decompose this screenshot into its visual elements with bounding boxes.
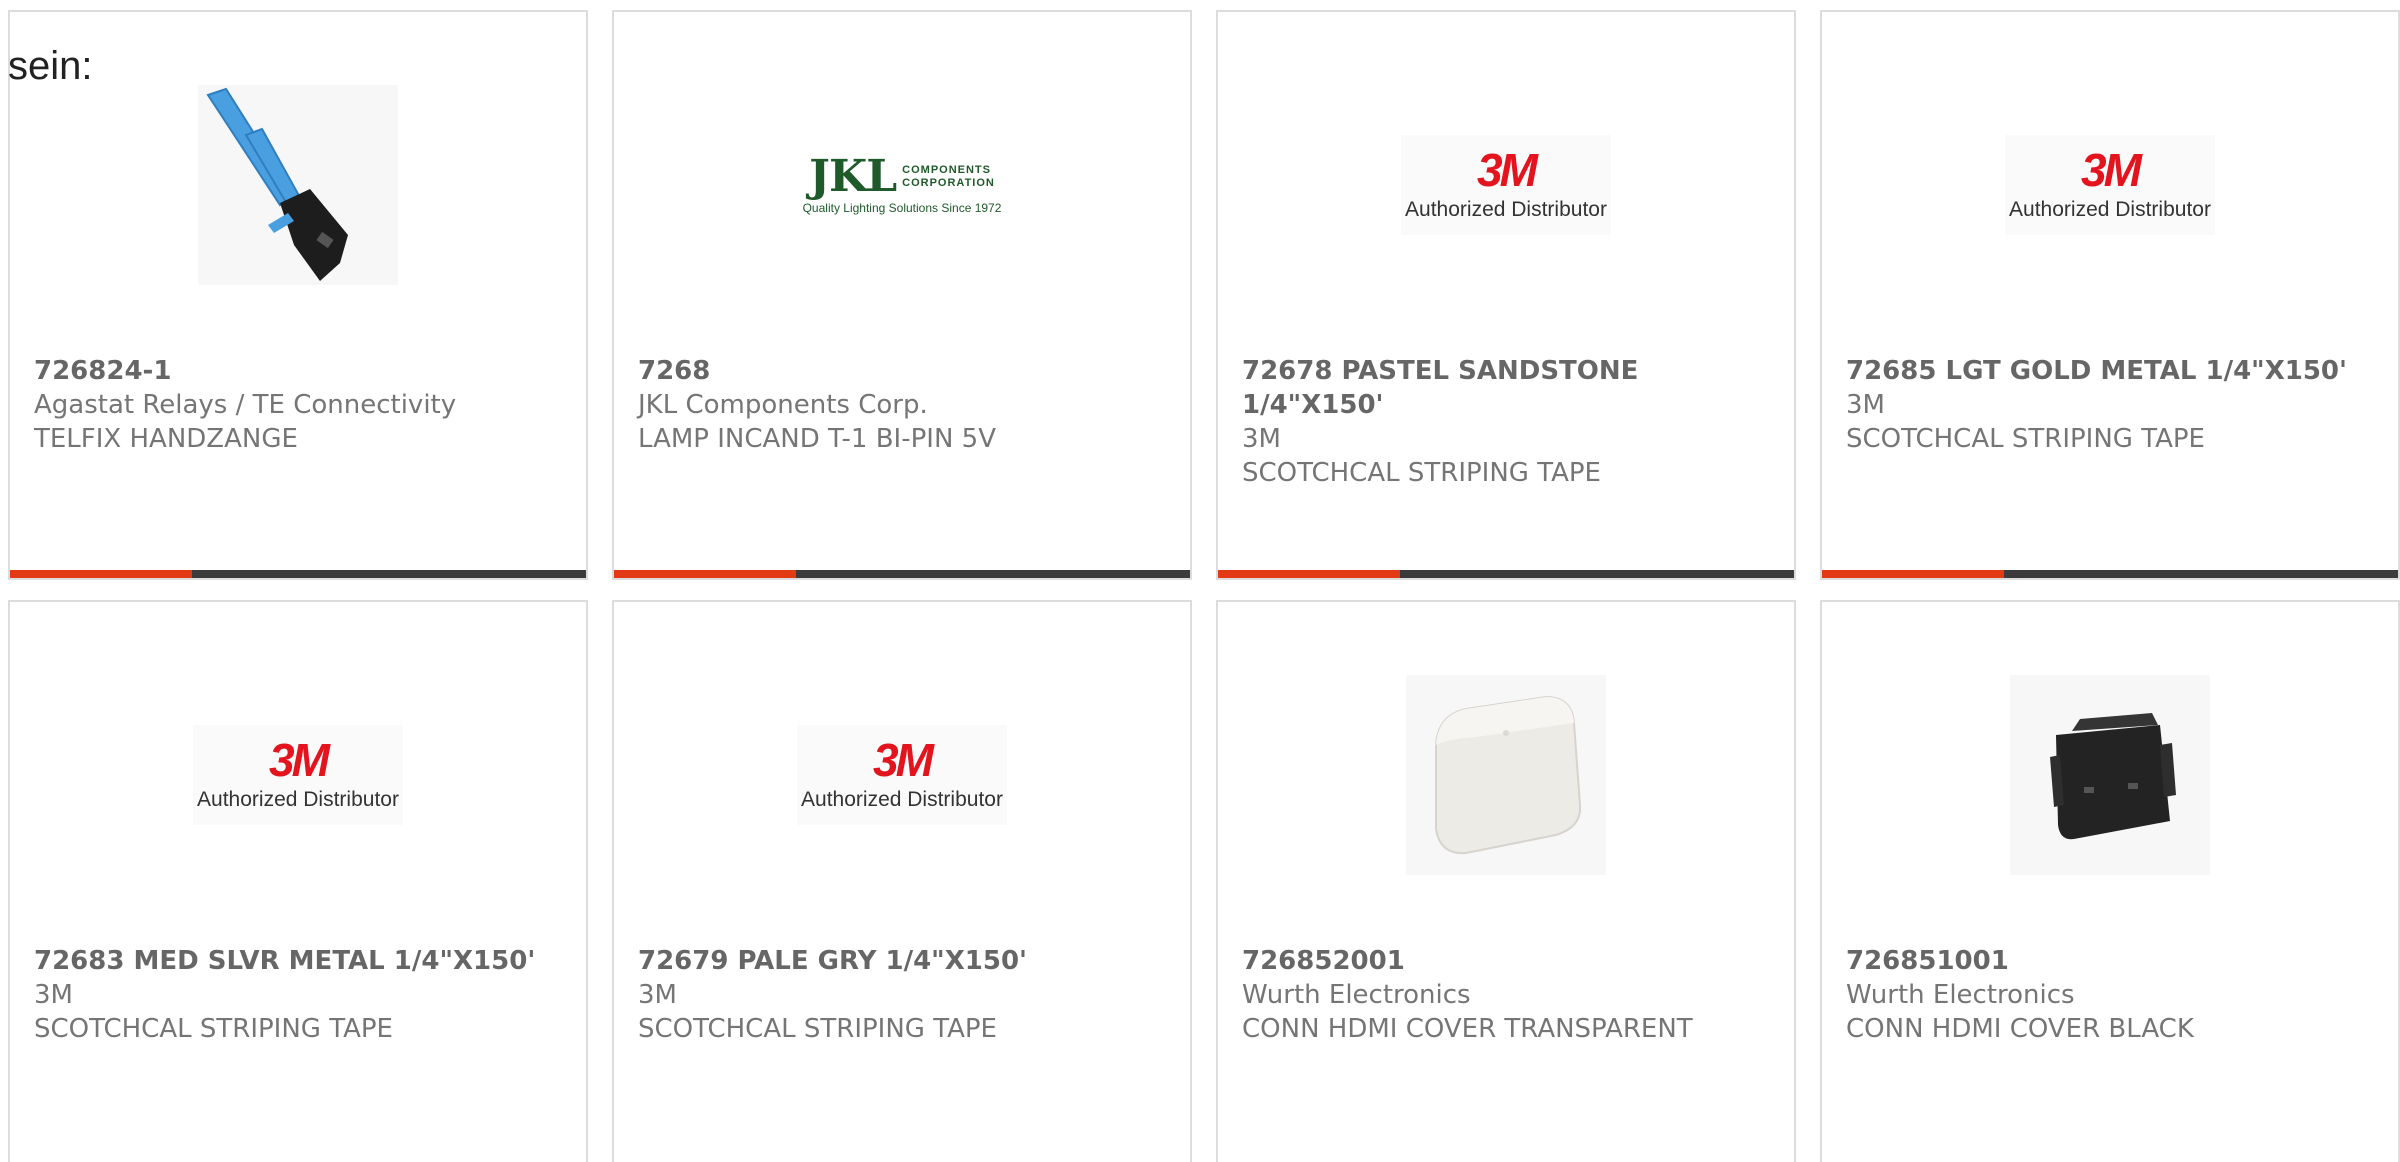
product-description: SCOTCHCAL STRIPING TAPE (1846, 424, 2205, 454)
3m-logo-mark: 3M (269, 734, 330, 786)
3m-logo-mark: 3M (2081, 144, 2142, 196)
manufacturer: Wurth Electronics (1846, 980, 2075, 1010)
manufacturer: Agastat Relays / TE Connectivity (34, 390, 457, 420)
product-card[interactable]: 726824-1 Agastat Relays / TE Connectivit… (8, 10, 588, 580)
3m-logo-icon: 3M Authorized Distributor (2005, 135, 2215, 235)
product-description: LAMP INCAND T-1 BI-PIN 5V (638, 424, 996, 454)
product-description: SCOTCHCAL STRIPING TAPE (1242, 458, 1601, 488)
product-description: CONN HDMI COVER BLACK (1846, 1014, 2194, 1044)
card-bottom-bar (614, 570, 1190, 578)
card-accent-bar (614, 570, 796, 578)
product-image: JKL COMPONENTS CORPORATION Quality Light… (614, 80, 1190, 290)
manufacturer: 3M (34, 980, 73, 1010)
3m-logo-mark: 3M (1477, 144, 1538, 196)
jkl-logo-line1: COMPONENTS (902, 164, 991, 176)
product-grid-page: sein: 726824-1 Agastat Relays / TE Conne… (0, 0, 2400, 1162)
part-number[interactable]: 72679 PALE GRY 1/4"X150' (638, 944, 1170, 978)
part-number[interactable]: 726852001 (1242, 944, 1774, 978)
card-bottom-bar (1218, 570, 1794, 578)
product-description: CONN HDMI COVER TRANSPARENT (1242, 1014, 1693, 1044)
product-card[interactable]: 3M Authorized Distributor 72683 MED SLVR… (8, 600, 588, 1162)
product-card[interactable]: JKL COMPONENTS CORPORATION Quality Light… (612, 10, 1192, 580)
product-card[interactable]: 726852001 Wurth Electronics CONN HDMI CO… (1216, 600, 1796, 1162)
intro-text: sein: (8, 44, 93, 88)
3m-logo-icon: 3M Authorized Distributor (193, 725, 403, 825)
manufacturer: 3M (638, 980, 677, 1010)
part-number[interactable]: 7268 (638, 354, 1170, 388)
product-description: SCOTCHCAL STRIPING TAPE (34, 1014, 393, 1044)
3m-logo-sub: Authorized Distributor (801, 788, 1003, 811)
manufacturer: Wurth Electronics (1242, 980, 1471, 1010)
jkl-logo-mark: JKL (809, 151, 897, 202)
product-image (1822, 670, 2398, 880)
product-image: 3M Authorized Distributor (1822, 80, 2398, 290)
jkl-logo-icon: JKL COMPONENTS CORPORATION Quality Light… (792, 130, 1012, 240)
crimp-tool-icon (198, 85, 398, 285)
3m-logo-sub: Authorized Distributor (197, 788, 399, 811)
part-number[interactable]: 72685 LGT GOLD METAL 1/4"X150' (1846, 354, 2378, 388)
card-bottom-bar (1822, 570, 2398, 578)
card-accent-bar (1218, 570, 1400, 578)
part-number[interactable]: 72678 PASTEL SANDSTONE 1/4"X150' (1242, 354, 1774, 422)
part-number[interactable]: 726851001 (1846, 944, 2378, 978)
3m-logo-icon: 3M Authorized Distributor (1401, 135, 1611, 235)
card-accent-bar (1822, 570, 2004, 578)
product-image: 3M Authorized Distributor (1218, 80, 1794, 290)
manufacturer: 3M (1242, 424, 1281, 454)
hdmi-cover-black-icon (2010, 675, 2210, 875)
product-image: 3M Authorized Distributor (10, 670, 586, 880)
jkl-logo-line2: CORPORATION (902, 177, 995, 189)
product-card[interactable]: 3M Authorized Distributor 72679 PALE GRY… (612, 600, 1192, 1162)
part-number[interactable]: 726824-1 (34, 354, 566, 388)
hdmi-cover-transparent-icon (1406, 675, 1606, 875)
product-image (10, 80, 586, 290)
manufacturer: JKL Components Corp. (638, 390, 928, 420)
product-card[interactable]: 3M Authorized Distributor 72678 PASTEL S… (1216, 10, 1796, 580)
3m-logo-icon: 3M Authorized Distributor (797, 725, 1007, 825)
3m-logo-sub: Authorized Distributor (2009, 198, 2211, 221)
jkl-logo-tagline: Quality Lighting Solutions Since 1972 (802, 201, 1002, 215)
3m-logo-mark: 3M (873, 734, 934, 786)
product-card[interactable]: 726851001 Wurth Electronics CONN HDMI CO… (1820, 600, 2400, 1162)
product-description: SCOTCHCAL STRIPING TAPE (638, 1014, 997, 1044)
part-number[interactable]: 72683 MED SLVR METAL 1/4"X150' (34, 944, 566, 978)
product-description: TELFIX HANDZANGE (34, 424, 298, 454)
product-image: 3M Authorized Distributor (614, 670, 1190, 880)
card-accent-bar (10, 570, 192, 578)
3m-logo-sub: Authorized Distributor (1405, 198, 1607, 221)
product-image (1218, 670, 1794, 880)
manufacturer: 3M (1846, 390, 1885, 420)
card-bottom-bar (10, 570, 586, 578)
product-card[interactable]: 3M Authorized Distributor 72685 LGT GOLD… (1820, 10, 2400, 580)
